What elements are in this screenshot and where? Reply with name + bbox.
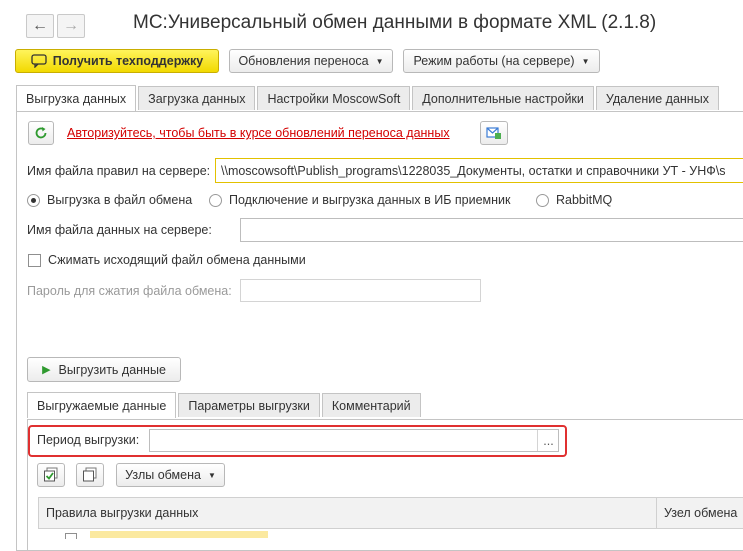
period-select-button[interactable]: ...	[537, 430, 559, 451]
tab-export[interactable]: Выгрузка данных	[16, 85, 137, 111]
data-file-field[interactable]	[240, 218, 743, 242]
tab-label: Параметры выгрузки	[188, 398, 310, 413]
radio-export-file-label[interactable]: Выгрузка в файл обмена	[47, 193, 192, 207]
main-tabs: Выгрузка данных Загрузка данных Настройк…	[16, 85, 721, 111]
exchange-nodes-button[interactable]: Узлы обмена ▼	[116, 463, 225, 487]
caret-down-icon: ▼	[581, 56, 590, 66]
column-header-node: Узел обмена	[664, 506, 738, 520]
tab-label: Удаление данных	[605, 91, 709, 106]
updates-button-label: Обновления переноса	[238, 54, 369, 68]
table-row[interactable]	[90, 531, 268, 538]
arrow-left-icon: ←	[32, 17, 48, 34]
column-divider	[656, 498, 657, 528]
tab-label: Дополнительные настройки	[422, 91, 584, 106]
sub-tabs: Выгружаемые данные Параметры выгрузки Ко…	[27, 392, 423, 418]
radio-rabbitmq-label[interactable]: RabbitMQ	[556, 193, 612, 207]
forward-button[interactable]: →	[57, 14, 85, 38]
radio-connect-target-label[interactable]: Подключение и выгрузка данных в ИБ прием…	[229, 193, 510, 207]
radio-connect-target[interactable]	[209, 194, 222, 207]
tab-delete-data[interactable]: Удаление данных	[595, 86, 719, 110]
tab-comment[interactable]: Комментарий	[321, 393, 421, 417]
tab-exported-data[interactable]: Выгружаемые данные	[27, 392, 177, 418]
caret-down-icon: ▼	[207, 470, 216, 480]
export-data-button[interactable]: ▶ Выгрузить данные	[27, 357, 181, 382]
updates-button[interactable]: Обновления переноса ▼	[229, 49, 393, 73]
compress-label[interactable]: Сжимать исходящий файл обмена данными	[48, 253, 306, 267]
rules-file-value: \\moscowsoft\Publish_programs\1228035_До…	[221, 164, 726, 178]
table-header: Правила выгрузки данных Узел обмена	[38, 497, 743, 529]
tab-label: Выгрузка данных	[26, 91, 127, 106]
period-label: Период выгрузки:	[37, 433, 140, 447]
tab-label: Комментарий	[331, 398, 411, 413]
tab-label: Загрузка данных	[148, 91, 246, 106]
chat-bubble-icon	[31, 54, 47, 68]
tab-label: Выгружаемые данные	[37, 398, 167, 413]
check-all-button[interactable]	[37, 463, 65, 487]
arrow-right-icon: →	[63, 17, 79, 34]
refresh-button[interactable]	[28, 121, 54, 145]
uncheck-all-icon	[83, 467, 97, 482]
window-title: МС:Универсальный обмен данными в формате…	[133, 12, 657, 33]
radio-export-file[interactable]	[27, 194, 40, 207]
rules-file-label: Имя файла правил на сервере:	[27, 164, 211, 178]
mode-button[interactable]: Режим работы (на сервере) ▼	[403, 49, 600, 73]
refresh-icon	[35, 127, 47, 139]
data-file-label: Имя файла данных на сервере:	[27, 223, 212, 237]
tab-additional-settings[interactable]: Дополнительные настройки	[412, 86, 594, 110]
radio-rabbitmq[interactable]	[536, 194, 549, 207]
support-button[interactable]: Получить техподдержку	[15, 49, 219, 73]
period-field[interactable]	[149, 429, 559, 452]
send-mail-button[interactable]	[480, 121, 508, 145]
tab-moscowsoft-settings[interactable]: Настройки MoscowSoft	[257, 86, 411, 110]
period-select-label: ...	[543, 433, 554, 448]
auth-link[interactable]: Авторизуйтесь, чтобы быть в курсе обновл…	[67, 126, 450, 140]
play-icon: ▶	[42, 364, 51, 376]
mail-icon	[486, 127, 501, 139]
exchange-nodes-label: Узлы обмена	[125, 468, 201, 482]
password-label: Пароль для сжатия файла обмена:	[27, 284, 232, 298]
tab-export-params[interactable]: Параметры выгрузки	[178, 393, 320, 417]
check-all-icon	[44, 467, 58, 482]
export-data-button-label: Выгрузить данные	[58, 362, 166, 377]
caret-down-icon: ▼	[375, 56, 384, 66]
mode-button-label: Режим работы (на сервере)	[413, 54, 575, 68]
tab-label: Настройки MoscowSoft	[267, 91, 401, 106]
uncheck-all-button[interactable]	[76, 463, 104, 487]
rules-file-field[interactable]: \\moscowsoft\Publish_programs\1228035_До…	[215, 158, 743, 183]
password-field[interactable]	[240, 279, 481, 302]
column-header-rules: Правила выгрузки данных	[46, 506, 199, 520]
support-button-label: Получить техподдержку	[52, 54, 204, 68]
table-body	[38, 529, 743, 539]
row-checkbox[interactable]	[65, 533, 77, 539]
tab-import[interactable]: Загрузка данных	[138, 86, 256, 110]
compress-checkbox[interactable]	[28, 254, 41, 267]
back-button[interactable]: ←	[26, 14, 54, 38]
